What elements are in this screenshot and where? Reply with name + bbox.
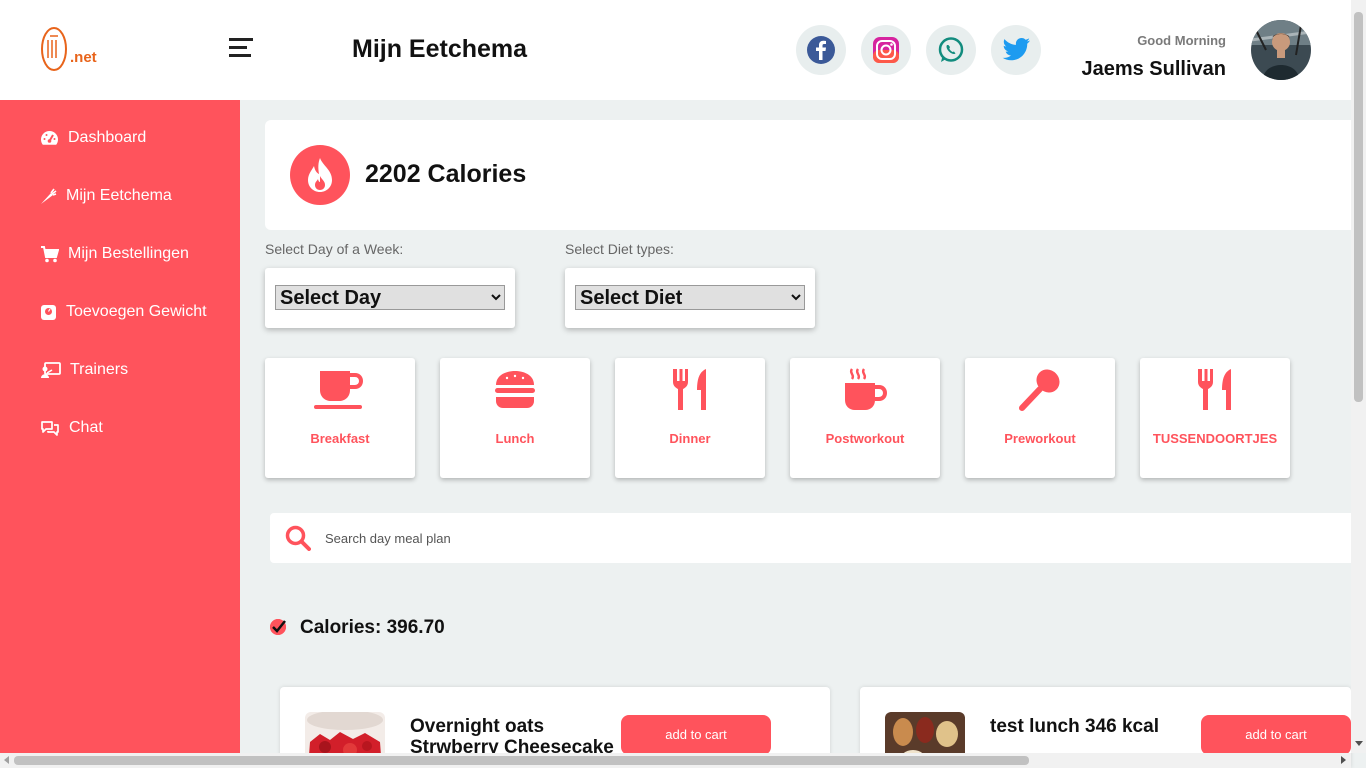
fire-icon [290,145,350,205]
meal-type-label: Dinner [669,431,711,446]
menu-toggle-icon[interactable] [229,38,253,62]
twitter-icon[interactable] [991,25,1041,75]
scroll-left-arrow-icon[interactable] [4,756,9,764]
sidebar-item-label: Mijn Bestellingen [68,245,189,262]
sidebar-item-label: Chat [69,419,103,436]
sidebar-item-toevoegen-gewicht[interactable]: Toevoegen Gewicht [40,300,207,324]
meal-plan-name: test lunch 346 kcal [990,716,1159,737]
facebook-icon[interactable] [796,25,846,75]
vertical-scrollbar-thumb[interactable] [1354,12,1363,402]
weight-scale-icon [41,304,56,320]
vertical-scrollbar[interactable] [1351,0,1366,753]
check-circle-icon [270,619,286,635]
cart-icon [41,245,59,262]
dashboard-gauge-icon [41,131,58,145]
meal-type-label: Postworkout [825,431,905,446]
sidebar-item-chat[interactable]: Chat [40,416,103,440]
day-select-card: Select Day [265,268,515,328]
add-to-cart-button[interactable]: add to cart [1201,715,1351,755]
diet-select-card: Select Diet [565,268,815,328]
calories-summary: Calories: 396.70 [300,617,445,638]
meal-type-postworkout[interactable]: Postworkout [790,358,940,478]
instagram-icon[interactable] [861,25,911,75]
scroll-down-arrow-icon[interactable] [1355,741,1363,746]
meal-type-lunch[interactable]: Lunch [440,358,590,478]
meal-type-preworkout[interactable]: Preworkout [965,358,1115,478]
meal-plan-name: Overnight oats Strwberry Cheesecake [410,716,614,758]
meal-type-label: Lunch [495,431,535,446]
search-icon[interactable] [285,525,311,551]
trainer-board-icon [41,361,61,378]
horizontal-scrollbar[interactable] [0,753,1351,768]
coffee-cup-icon [314,371,364,409]
total-calories: 2202 Calories [365,160,527,188]
sidebar-item-trainers[interactable]: Trainers [40,358,128,382]
add-to-cart-button[interactable]: add to cart [621,715,771,755]
burger-icon [495,371,535,408]
day-select-label: Select Day of a Week: [265,241,404,257]
sidebar-item-mijn-bestellingen[interactable]: Mijn Bestellingen [40,242,189,266]
greeting-text: Good Morning [1137,33,1226,48]
search-input[interactable] [325,527,925,549]
search-bar [270,513,1351,563]
logo-text: .net [70,49,97,66]
hot-mug-icon [845,368,888,410]
whatsapp-icon[interactable] [926,25,976,75]
sidebar: Dashboard Mijn Eetchema Mijn Bestellinge… [0,100,240,768]
sidebar-item-dashboard[interactable]: Dashboard [40,126,146,150]
carrot-icon [41,188,57,204]
sidebar-item-label: Dashboard [68,129,147,146]
horizontal-scrollbar-thumb[interactable] [14,756,1029,765]
meal-type-label: Preworkout [1004,431,1076,446]
fork-knife-icon [1198,369,1231,410]
diet-select[interactable]: Select Diet [575,285,805,310]
meal-type-dinner[interactable]: Dinner [615,358,765,478]
chat-icon [41,420,59,436]
sidebar-item-label: Trainers [70,361,129,378]
calories-card: 2202 Calories [265,120,1351,230]
meal-type-label: TUSSENDOORTJES [1152,431,1278,446]
user-name: Jaems Sullivan [1081,58,1226,80]
spoon-icon [1019,369,1060,411]
day-select[interactable]: Select Day [275,285,505,310]
top-header: .net Mijn Eetchema Good Morning Jaems Su… [0,0,1351,100]
sidebar-item-mijn-eetchema[interactable]: Mijn Eetchema [40,184,172,208]
meal-type-label: Breakfast [310,431,370,446]
sidebar-item-label: Mijn Eetchema [66,187,172,204]
meal-type-breakfast[interactable]: Breakfast [265,358,415,478]
scroll-right-arrow-icon[interactable] [1341,756,1346,764]
fork-knife-icon [673,369,706,410]
user-avatar[interactable] [1251,20,1311,80]
meal-type-tussendoortjes[interactable]: TUSSENDOORTJES [1140,358,1290,478]
diet-select-label: Select Diet types: [565,241,674,257]
page-title: Mijn Eetchema [352,35,528,63]
sidebar-item-label: Toevoegen Gewicht [66,303,207,320]
brand-logo[interactable]: .net [40,26,100,72]
